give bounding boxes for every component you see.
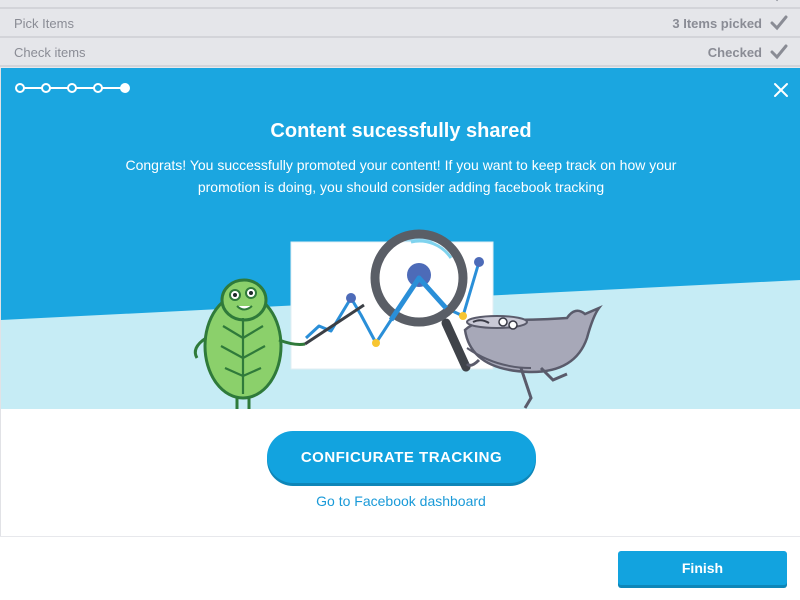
row-status: 3 Items picked bbox=[672, 16, 762, 31]
modal-hero: Content sucessfully shared Congrats! You… bbox=[1, 68, 800, 409]
footer-divider bbox=[0, 536, 800, 537]
list-row-pick-items[interactable]: Pick Items 3 Items picked bbox=[0, 9, 800, 38]
list-row-check-items[interactable]: Check items Checked bbox=[0, 38, 800, 67]
step-dot-active bbox=[120, 83, 130, 93]
modal-title: Content sucessfully shared bbox=[270, 120, 532, 142]
background-list: Pick Items 3 Items picked Check items Ch… bbox=[0, 0, 800, 70]
close-icon[interactable] bbox=[771, 80, 791, 100]
success-modal: Content sucessfully shared Congrats! You… bbox=[0, 68, 800, 536]
modal-description: Congrats! You successfully promoted your… bbox=[125, 157, 677, 195]
step-dot bbox=[15, 83, 25, 93]
row-label: Pick Items bbox=[14, 16, 74, 31]
facebook-dashboard-link[interactable]: Go to Facebook dashboard bbox=[1, 493, 800, 509]
list-row-partial bbox=[0, 0, 800, 9]
configure-tracking-button[interactable]: CONFICURATE TRACKING bbox=[267, 431, 536, 483]
step-dot bbox=[67, 83, 77, 93]
progress-stepper bbox=[15, 83, 130, 93]
check-icon bbox=[770, 15, 788, 31]
step-dot bbox=[41, 83, 51, 93]
check-icon bbox=[775, 0, 779, 2]
finish-button[interactable]: Finish bbox=[618, 551, 787, 585]
row-status: Checked bbox=[707, 45, 762, 60]
row-label: Check items bbox=[14, 45, 86, 60]
check-icon bbox=[770, 44, 788, 60]
step-dot bbox=[93, 83, 103, 93]
